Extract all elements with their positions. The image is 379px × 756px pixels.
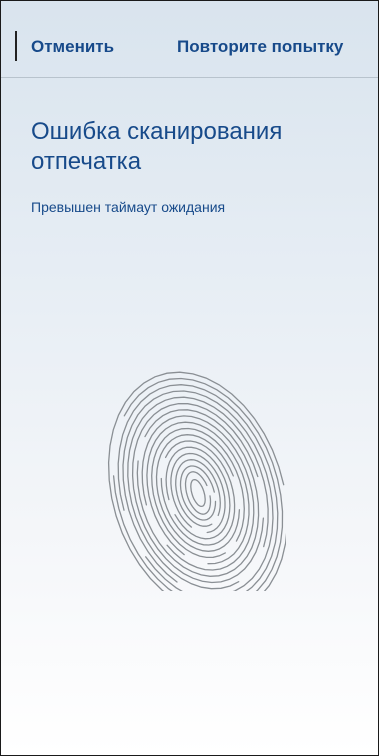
action-toolbar: Отменить Повторите попытку — [1, 1, 378, 78]
fingerprint-ridge — [190, 478, 206, 508]
text-cursor — [15, 31, 17, 61]
fingerprint-icon — [107, 371, 286, 591]
error-title: Ошибка сканирования отпечатка — [31, 118, 283, 175]
retry-button[interactable]: Повторите попытку — [177, 37, 343, 57]
fingerprint-ridge — [141, 415, 255, 571]
fingerprint-ridge — [112, 377, 284, 591]
fingerprint-ridge — [136, 409, 260, 577]
fingerprint-ridge — [175, 459, 221, 527]
fingerprint-ridge — [184, 471, 212, 515]
fingerprint-error-screen: Отменить Повторите попытку Ошибка сканир… — [0, 0, 379, 756]
error-message: Превышен таймаут ожидания — [31, 199, 226, 215]
cancel-button[interactable]: Отменить — [31, 37, 114, 57]
fingerprint-ridge — [151, 427, 245, 559]
